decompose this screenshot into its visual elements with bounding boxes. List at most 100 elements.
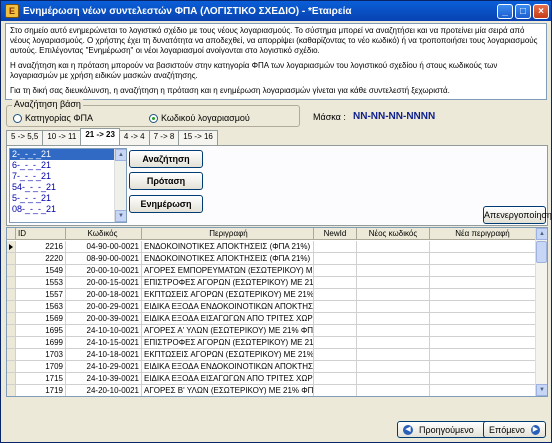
- cell-new-id[interactable]: [314, 373, 357, 384]
- scroll-down-icon[interactable]: ▼: [115, 210, 126, 222]
- cell-description[interactable]: ΕΙΔΙΚΑ ΕΞΟΔΑ ΕΙΣΑΓΩΓΩΝ ΑΠΟ ΤΡΙΤΕΣ ΧΩΡΕΣ …: [142, 313, 314, 324]
- scroll-down-icon[interactable]: ▼: [536, 384, 547, 396]
- cell-new-description[interactable]: [430, 241, 536, 252]
- cell-new-description[interactable]: [430, 337, 536, 348]
- cell-code[interactable]: 24-10-29-0021: [66, 361, 142, 372]
- cell-description[interactable]: ΕΙΔΙΚΑ ΕΞΟΔΑ ΕΝΔΟΚΟΙΝΟΤΙΚΩΝ ΑΠΟΚΤΗΣΕΩΝ Μ…: [142, 301, 314, 312]
- tab-10-to-11[interactable]: 10 -> 11: [42, 130, 82, 145]
- code-mask-list[interactable]: 2-_-_-_21 6-_-_-_21 7-_-_-_21 54-_-_-_21…: [9, 148, 127, 223]
- table-row[interactable]: 2216 04-90-00-0021 ΕΝΔΟΚΟΙΝΟΤΙΚΕΣ ΑΠΟΚΤΗΣΕ…: [7, 241, 536, 253]
- previous-button[interactable]: ◀ Προηγούμενο: [397, 421, 489, 438]
- table-row[interactable]: 1709 24-10-29-0021 ΕΙΔΙΚΑ ΕΞΟΔΑ ΕΝΔΟΚΟΙΝΟΤ…: [7, 361, 536, 373]
- tab-21-to-23[interactable]: 21 -> 23: [80, 128, 120, 145]
- cell-code[interactable]: 08-90-00-0021: [66, 253, 142, 264]
- scroll-up-icon[interactable]: ▲: [115, 149, 126, 161]
- cell-code[interactable]: 04-90-00-0021: [66, 241, 142, 252]
- cell-id[interactable]: 2220: [16, 253, 66, 264]
- cell-description[interactable]: ΕΚΠΤΩΣΕΙΣ ΑΓΟΡΩΝ (ΕΣΩΤΕΡΙΚΟΥ) ΜΕ 21% ΦΠΑ: [142, 289, 314, 300]
- cell-new-id[interactable]: [314, 349, 357, 360]
- row-indicator[interactable]: [7, 277, 16, 288]
- cell-new-code[interactable]: [357, 253, 430, 264]
- column-header-new-code[interactable]: Νέος κωδικός: [357, 228, 430, 239]
- cell-new-id[interactable]: [314, 325, 357, 336]
- row-indicator[interactable]: [7, 373, 16, 384]
- table-row[interactable]: 1553 20-00-15-0021 ΕΠΙΣΤΡΟΦΕΣ ΑΓΟΡΩΝ (ΕΣΩΤ…: [7, 277, 536, 289]
- cell-new-id[interactable]: [314, 337, 357, 348]
- cell-new-id[interactable]: [314, 301, 357, 312]
- table-row[interactable]: 2220 08-90-00-0021 ΕΝΔΟΚΟΙΝΟΤΙΚΕΣ ΑΠΟΚΤΗΣΕ…: [7, 253, 536, 265]
- row-indicator[interactable]: [7, 313, 16, 324]
- column-header-code[interactable]: Κωδικός: [66, 228, 142, 239]
- minimize-button[interactable]: _: [497, 3, 513, 19]
- table-row[interactable]: 1715 24-10-39-0021 ΕΙΔΙΚΑ ΕΞΟΔΑ ΕΙΣΑΓΩΓΩΝ …: [7, 373, 536, 385]
- row-indicator[interactable]: [7, 265, 16, 276]
- tab-4-to-4[interactable]: 4 -> 4: [118, 130, 150, 145]
- cell-new-code[interactable]: [357, 361, 430, 372]
- cell-id[interactable]: 1715: [16, 373, 66, 384]
- cell-new-id[interactable]: [314, 253, 357, 264]
- update-button[interactable]: Ενημέρωση: [129, 195, 203, 213]
- cell-new-code[interactable]: [357, 325, 430, 336]
- accounts-grid[interactable]: ID Κωδικός Περιγραφή NewId Νέος κωδικός …: [6, 227, 548, 397]
- cell-new-code[interactable]: [357, 277, 430, 288]
- cell-description[interactable]: ΕΝΔΟΚΟΙΝΟΤΙΚΕΣ ΑΠΟΚΤΗΣΕΙΣ (ΦΠΑ 21%): [142, 253, 314, 264]
- cell-new-description[interactable]: [430, 373, 536, 384]
- cell-id[interactable]: 1699: [16, 337, 66, 348]
- search-button[interactable]: Αναζήτηση: [129, 150, 203, 168]
- table-row[interactable]: 1703 24-10-18-0021 ΕΚΠΤΩΣΕΙΣ ΑΓΟΡΩΝ (ΕΣΩΤΕ…: [7, 349, 536, 361]
- cell-code[interactable]: 20-00-18-0021: [66, 289, 142, 300]
- tab-15-to-16[interactable]: 15 -> 16: [178, 130, 218, 145]
- table-row[interactable]: 1699 24-10-15-0021 ΕΠΙΣΤΡΟΦΕΣ ΑΓΟΡΩΝ (ΕΣΩΤ…: [7, 337, 536, 349]
- cell-new-description[interactable]: [430, 277, 536, 288]
- cell-new-code[interactable]: [357, 373, 430, 384]
- cell-description[interactable]: ΑΓΟΡΕΣ Β' ΥΛΩΝ (ΕΣΩΤΕΡΙΚΟΥ) ΜΕ 21% ΦΠΑ: [142, 385, 314, 396]
- cell-description[interactable]: ΕΙΔΙΚΑ ΕΞΟΔΑ ΕΝΔΟΚΟΙΝΟΤΙΚΩΝ ΑΠΟΚΤΗΣΕΩΝ Μ…: [142, 361, 314, 372]
- list-scrollbar[interactable]: ▲ ▼: [114, 149, 126, 222]
- table-row[interactable]: 1569 20-00-39-0021 ΕΙΔΙΚΑ ΕΞΟΔΑ ΕΙΣΑΓΩΓΩΝ …: [7, 313, 536, 325]
- cell-id[interactable]: 1709: [16, 361, 66, 372]
- row-indicator[interactable]: [7, 361, 16, 372]
- cell-description[interactable]: ΕΙΔΙΚΑ ΕΞΟΔΑ ΕΙΣΑΓΩΓΩΝ ΑΠΟ ΤΡΙΤΕΣ ΧΩΡΕΣ …: [142, 373, 314, 384]
- cell-id[interactable]: 1553: [16, 277, 66, 288]
- list-item[interactable]: 08-_-_-_21: [10, 204, 126, 215]
- row-indicator[interactable]: [7, 349, 16, 360]
- cell-new-id[interactable]: [314, 361, 357, 372]
- column-header-new-description[interactable]: Νέα περιγραφή: [430, 228, 536, 239]
- cell-new-id[interactable]: [314, 265, 357, 276]
- cell-new-description[interactable]: [430, 253, 536, 264]
- list-item[interactable]: 5-_-_-_21: [10, 193, 126, 204]
- column-header-new-id[interactable]: NewId: [314, 228, 357, 239]
- scroll-up-icon[interactable]: ▲: [536, 228, 547, 240]
- table-row[interactable]: 1549 20-00-10-0021 ΑΓΟΡΕΣ ΕΜΠΟΡΕΥΜΑΤΩΝ (ΕΣ…: [7, 265, 536, 277]
- column-header-id[interactable]: ID: [16, 228, 66, 239]
- radio-vat-category[interactable]: Κατηγορίας ΦΠΑ: [13, 113, 93, 123]
- cell-new-description[interactable]: [430, 361, 536, 372]
- next-button[interactable]: Επόμενο ▶: [483, 421, 546, 438]
- grid-scrollbar[interactable]: ▲ ▼: [535, 228, 547, 396]
- cell-new-code[interactable]: [357, 265, 430, 276]
- cell-new-id[interactable]: [314, 313, 357, 324]
- cell-id[interactable]: 1557: [16, 289, 66, 300]
- cell-id[interactable]: 1719: [16, 385, 66, 396]
- list-item[interactable]: 54-_-_-_21: [10, 182, 126, 193]
- cell-code[interactable]: 24-20-10-0021: [66, 385, 142, 396]
- row-indicator[interactable]: [7, 325, 16, 336]
- row-indicator[interactable]: [7, 241, 16, 252]
- table-row[interactable]: 1695 24-10-10-0021 ΑΓΟΡΕΣ Α' ΥΛΩΝ (ΕΣΩΤΕΡΙ…: [7, 325, 536, 337]
- table-row[interactable]: 1557 20-00-18-0021 ΕΚΠΤΩΣΕΙΣ ΑΓΟΡΩΝ (ΕΣΩΤΕ…: [7, 289, 536, 301]
- list-item[interactable]: 2-_-_-_21: [10, 149, 126, 160]
- cell-code[interactable]: 24-10-10-0021: [66, 325, 142, 336]
- list-item[interactable]: 6-_-_-_21: [10, 160, 126, 171]
- cell-code[interactable]: 24-10-18-0021: [66, 349, 142, 360]
- deactivate-button[interactable]: Απενεργοποίηση: [483, 206, 552, 224]
- cell-new-code[interactable]: [357, 349, 430, 360]
- table-row[interactable]: 1719 24-20-10-0021 ΑΓΟΡΕΣ Β' ΥΛΩΝ (ΕΣΩΤΕΡΙ…: [7, 385, 536, 396]
- row-indicator[interactable]: [7, 337, 16, 348]
- cell-new-id[interactable]: [314, 241, 357, 252]
- cell-new-description[interactable]: [430, 325, 536, 336]
- table-row[interactable]: 1563 20-00-29-0021 ΕΙΔΙΚΑ ΕΞΟΔΑ ΕΝΔΟΚΟΙΝΟΤ…: [7, 301, 536, 313]
- cell-id[interactable]: 2216: [16, 241, 66, 252]
- row-indicator[interactable]: [7, 253, 16, 264]
- cell-new-code[interactable]: [357, 289, 430, 300]
- cell-description[interactable]: ΑΓΟΡΕΣ Α' ΥΛΩΝ (ΕΣΩΤΕΡΙΚΟΥ) ΜΕ 21% ΦΠΑ: [142, 325, 314, 336]
